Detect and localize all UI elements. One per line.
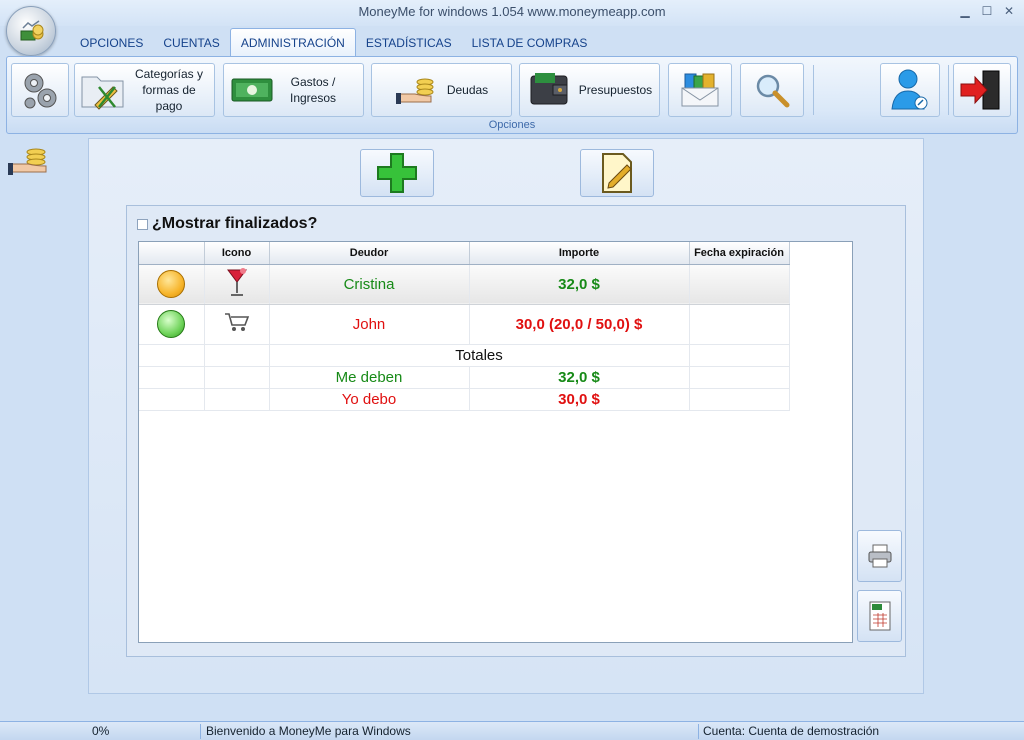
add-debt-button[interactable] xyxy=(360,149,434,197)
categories-label: Categorías y formas de pago xyxy=(134,67,204,113)
money-envelope-icon xyxy=(681,73,719,107)
close-icon[interactable]: ✕ xyxy=(1002,3,1016,19)
debtor-cell: Cristina xyxy=(269,264,470,305)
wallet-icon xyxy=(530,73,568,105)
totals-row-i-owe: Yo debo 30,0 $ xyxy=(139,388,790,411)
ribbon-separator-2 xyxy=(948,65,949,115)
status-divider xyxy=(200,724,201,739)
printer-icon xyxy=(868,544,891,568)
status-cell xyxy=(139,304,205,345)
column-header-icono[interactable]: Icono xyxy=(204,242,270,265)
magnifier-icon xyxy=(756,74,790,108)
plus-icon xyxy=(377,153,417,193)
tab-lista-de-compras[interactable]: LISTA DE COMPRAS xyxy=(462,28,598,56)
table-row[interactable]: John 30,0 (20,0 / 50,0) $ xyxy=(139,304,790,345)
exit-button[interactable] xyxy=(953,63,1011,117)
debts-section-icon xyxy=(8,148,47,175)
expiration-cell xyxy=(689,264,790,305)
progress-text: 0% xyxy=(92,724,110,738)
ribbon-panel: Categorías y formas de pago Gastos / Ing… xyxy=(6,56,1018,134)
print-button[interactable] xyxy=(857,530,902,582)
debts-table: Icono Deudor Importe Fecha expiración Cr… xyxy=(138,241,853,643)
money-icon xyxy=(231,78,273,102)
tab-opciones[interactable]: OPCIONES xyxy=(70,28,153,56)
hand-coins-icon xyxy=(395,78,434,104)
icon-cell xyxy=(204,264,270,305)
totals-label: Totales xyxy=(269,344,690,367)
folder-edit-icon xyxy=(81,76,124,110)
table-header-row: Icono Deudor Importe Fecha expiración xyxy=(139,242,790,265)
status-divider xyxy=(698,724,699,739)
icon-cell xyxy=(204,304,270,345)
expenses-label: Gastos / Ingresos xyxy=(289,75,337,105)
status-orange-icon xyxy=(157,270,186,298)
table-row[interactable]: Cristina 32,0 $ xyxy=(139,264,790,305)
mail-button[interactable] xyxy=(668,63,732,117)
user-icon xyxy=(891,69,928,110)
maximize-icon[interactable]: ☐ xyxy=(980,3,994,19)
exit-door-icon xyxy=(960,70,1000,110)
column-header-status[interactable] xyxy=(139,242,205,265)
export-excel-button[interactable] xyxy=(857,590,902,642)
minimize-icon[interactable]: ▁ xyxy=(958,3,972,19)
amount-cell: 30,0 (20,0 / 50,0) $ xyxy=(469,304,690,345)
column-header-fecha-expiracion[interactable]: Fecha expiración xyxy=(689,242,790,265)
ribbon-group-caption: Opciones xyxy=(488,119,536,131)
tab-administracion[interactable]: ADMINISTRACIÓN xyxy=(229,28,356,56)
user-button[interactable] xyxy=(880,63,940,117)
ribbon-tabs: OPCIONES CUENTAS ADMINISTRACIÓN ESTADÍST… xyxy=(70,28,597,56)
show-finished-label: ¿Mostrar finalizados? xyxy=(152,215,318,232)
gears-icon xyxy=(24,73,57,109)
settings-button[interactable] xyxy=(11,63,69,117)
title-bar: MoneyMe for windows 1.054 www.moneymeapp… xyxy=(0,0,1024,26)
column-header-deudor[interactable]: Deudor xyxy=(269,242,470,265)
status-bar: 0% Bienvenido a MoneyMe para Windows Cue… xyxy=(0,721,1024,740)
amount-cell: 32,0 $ xyxy=(469,264,690,305)
excel-export-icon xyxy=(869,601,890,631)
status-cell xyxy=(139,264,205,305)
debts-button[interactable]: Deudas xyxy=(371,63,512,117)
ribbon-separator xyxy=(813,65,814,115)
edit-document-icon xyxy=(602,153,632,193)
totals-header-row: Totales xyxy=(139,344,790,367)
tab-estadisticas[interactable]: ESTADÍSTICAS xyxy=(356,28,462,56)
app-menu-button[interactable] xyxy=(6,6,56,56)
budgets-button[interactable]: Presupuestos xyxy=(519,63,660,117)
owed-to-me-label: Me deben xyxy=(269,366,470,389)
status-message: Bienvenido a MoneyMe para Windows xyxy=(206,724,411,738)
account-status: Cuenta: Cuenta de demostración xyxy=(703,724,880,738)
i-owe-label: Yo debo xyxy=(269,388,470,411)
status-green-icon xyxy=(157,310,186,338)
categories-button[interactable]: Categorías y formas de pago xyxy=(74,63,215,117)
expiration-cell xyxy=(689,304,790,345)
owed-to-me-value: 32,0 $ xyxy=(469,366,690,389)
debts-label: Deudas xyxy=(446,83,489,97)
edit-debt-button[interactable] xyxy=(580,149,654,197)
show-finished-filter[interactable]: ¿Mostrar finalizados? xyxy=(137,215,317,233)
search-button[interactable] xyxy=(740,63,804,117)
column-header-importe[interactable]: Importe xyxy=(469,242,690,265)
budgets-label: Presupuestos xyxy=(578,83,653,97)
tab-cuentas[interactable]: CUENTAS xyxy=(153,28,229,56)
app-logo-icon xyxy=(20,20,44,41)
cocktail-icon xyxy=(226,268,247,296)
expenses-button[interactable]: Gastos / Ingresos xyxy=(223,63,364,117)
totals-row-owed-to-me: Me deben 32,0 $ xyxy=(139,366,790,389)
debtor-cell: John xyxy=(269,304,470,345)
show-finished-checkbox[interactable] xyxy=(137,218,148,230)
i-owe-value: 30,0 $ xyxy=(469,388,690,411)
cart-icon xyxy=(224,313,249,331)
window-title: MoneyMe for windows 1.054 www.moneymeapp… xyxy=(358,4,666,19)
